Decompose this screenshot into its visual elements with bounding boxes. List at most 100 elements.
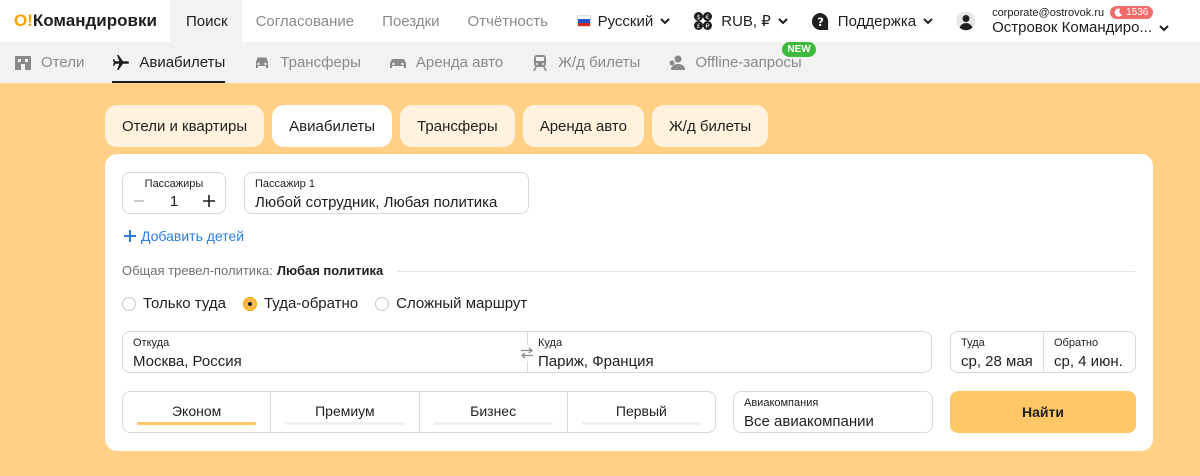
depart-label: Туда (961, 337, 985, 349)
pill-trains[interactable]: Ж/д билеты (651, 105, 769, 147)
balance-badge: 1536 (1110, 6, 1154, 19)
search-button[interactable]: Найти (950, 391, 1136, 433)
account-email: corporate@ostrovok.ru 1536 (992, 6, 1170, 19)
airline-value: Все авиакомпании (744, 413, 874, 430)
svg-text:€: € (706, 14, 710, 21)
tab-car-rental[interactable]: Аренда авто (389, 42, 503, 83)
add-children-link[interactable]: Добавить детей (123, 228, 244, 244)
minus-icon (134, 200, 144, 202)
class-indicator (137, 422, 257, 425)
swap-arrows-icon (520, 347, 534, 359)
return-date-field[interactable]: Обратно ср, 4 июн. (1044, 332, 1136, 372)
trip-type-radios: Только туда Туда-обратно Сложный маршрут (122, 295, 544, 312)
company-name: Островок Командиро... (992, 19, 1152, 36)
tab-offline-requests[interactable]: Offline-запросы NEW (668, 42, 816, 83)
to-field[interactable]: Куда Париж, Франция (528, 332, 931, 372)
class-economy[interactable]: Эконом (123, 392, 272, 432)
account-email-text: corporate@ostrovok.ru (992, 6, 1105, 19)
russia-flag-icon (576, 15, 591, 27)
currency-icon: $ € £ ₽ (693, 11, 713, 31)
from-label: Откуда (133, 337, 170, 349)
product-pills: Отели и квартиры Авиабилеты Трансферы Ар… (105, 105, 776, 147)
swap-icon[interactable] (519, 345, 535, 361)
tab-offline-requests-label: Offline-запросы (695, 54, 802, 71)
airline-field[interactable]: Авиакомпания Все авиакомпании (733, 391, 933, 433)
pill-car-rental[interactable]: Аренда авто (522, 105, 644, 147)
language-label: Русский (597, 12, 654, 30)
topnav-approvals[interactable]: Согласование (242, 0, 369, 42)
balance-count: 1536 (1126, 7, 1149, 18)
tab-trains[interactable]: Ж/д билеты (531, 42, 640, 83)
return-value: ср, 4 июн. (1054, 353, 1123, 370)
topnav-reports[interactable]: Отчётность (454, 0, 562, 42)
airline-label: Авиакомпания (744, 397, 819, 409)
class-business-label: Бизнес (470, 403, 517, 419)
support-menu[interactable]: ? Поддержка (811, 12, 934, 31)
hotel-icon (15, 55, 31, 70)
to-value: Париж, Франция (538, 353, 654, 370)
class-economy-label: Эконом (171, 403, 222, 419)
class-indicator (581, 422, 701, 425)
logo-name: Командировки (32, 11, 157, 30)
chevron-down-icon (923, 18, 933, 25)
depart-date-field[interactable]: Туда ср, 28 мая (951, 332, 1043, 372)
topnav-trips[interactable]: Поездки (368, 0, 453, 42)
class-first[interactable]: Первый (568, 392, 715, 432)
pill-transfers[interactable]: Трансферы (400, 105, 515, 147)
tab-car-rental-label: Аренда авто (415, 54, 504, 71)
radio-dot (375, 296, 390, 311)
offline-request-icon (669, 55, 686, 70)
top-nav: Поиск Согласование Поездки Отчётность (170, 0, 562, 42)
tab-flights[interactable]: Авиабилеты (112, 42, 225, 83)
currency-label: RUB, ₽ (721, 13, 771, 30)
pill-hotels-apartments[interactable]: Отели и квартиры (105, 105, 265, 147)
svg-text:?: ? (817, 14, 824, 28)
currency-select[interactable]: $ € £ ₽ RUB, ₽ (693, 11, 789, 31)
class-premium[interactable]: Премиум (271, 392, 420, 432)
from-field[interactable]: Откуда Москва, Россия (123, 332, 527, 372)
tab-hotels-label: Отели (41, 54, 85, 71)
radio-round-trip-label: Туда-обратно (263, 295, 359, 312)
car-icon (256, 57, 269, 68)
tab-transfers[interactable]: Трансферы (253, 42, 361, 83)
account-company: Островок Командиро... (992, 19, 1170, 36)
top-right: Русский $ € £ ₽ RUB, ₽ ? Поддержка corpo… (576, 0, 1200, 42)
pill-flights[interactable]: Авиабилеты (272, 105, 393, 147)
class-indicator (285, 422, 405, 425)
rental-car-icon (389, 58, 406, 68)
radio-round-trip[interactable]: Туда-обратно (242, 295, 359, 312)
policy-label: Общая тревел-политика: (122, 263, 273, 278)
account-menu[interactable]: corporate@ostrovok.ru 1536 Островок Кома… (956, 6, 1170, 36)
svg-text:$: $ (697, 14, 701, 21)
plus-button[interactable] (201, 193, 217, 209)
radio-dot-selected (242, 296, 257, 311)
class-business[interactable]: Бизнес (420, 392, 568, 432)
service-tabs: Отели Авиабилеты Трансферы Аренда авто Ж… (0, 42, 1200, 83)
tab-transfers-label: Трансферы (280, 54, 361, 71)
passenger-1-label: Пассажир 1 (255, 178, 315, 190)
to-label: Куда (538, 337, 563, 349)
passenger-1-field[interactable]: Пассажир 1 Любой сотрудник, Любая полити… (244, 172, 529, 214)
avatar (956, 11, 976, 31)
return-label: Обратно (1054, 337, 1099, 349)
passengers-stepper: Пассажиры 1 (122, 172, 226, 214)
radio-one-way-label: Только туда (143, 295, 226, 312)
plane-icon (113, 54, 130, 70)
train-icon (533, 54, 547, 71)
minus-button[interactable] (131, 193, 147, 209)
language-select[interactable]: Русский (576, 12, 672, 30)
moon-icon (1114, 8, 1123, 17)
svg-text:£: £ (697, 23, 701, 30)
logo[interactable]: O! Командировки (14, 0, 164, 42)
support-label: Поддержка (837, 12, 917, 30)
topnav-search[interactable]: Поиск (170, 0, 242, 42)
travel-policy: Общая тревел-политика: Любая политика (122, 263, 383, 278)
passengers-label: Пассажиры (144, 178, 204, 190)
flight-search-form: Пассажиры 1 Пассажир 1 Любой сотрудник, … (105, 154, 1153, 451)
route-fields: Откуда Москва, Россия Куда Париж, Франци… (122, 331, 932, 373)
chevron-down-icon (660, 18, 670, 25)
divider (398, 271, 1135, 272)
tab-hotels[interactable]: Отели (14, 42, 84, 83)
radio-multi-city[interactable]: Сложный маршрут (375, 295, 527, 312)
radio-one-way[interactable]: Только туда (122, 295, 226, 312)
